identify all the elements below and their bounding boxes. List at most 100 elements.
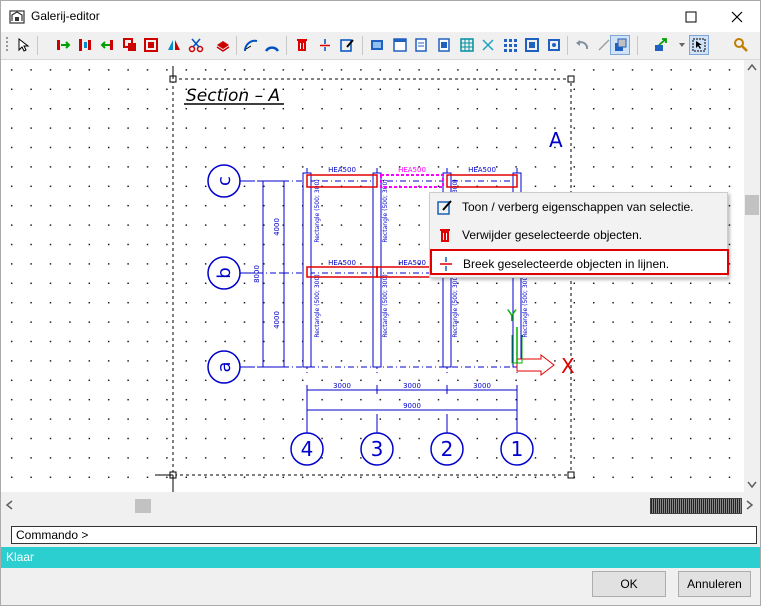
drawing-canvas[interactable]: Section – A A c b a 4000 8000 4000 Recta… [1,60,744,492]
zoom-window-icon [692,38,706,52]
ok-button[interactable]: OK [592,571,666,597]
zoom-window-button[interactable] [689,35,709,55]
vertical-scroll-thumb[interactable] [745,195,759,215]
tool-button-14[interactable] [434,35,454,55]
window-icon [393,38,407,52]
pointer-icon [18,37,30,52]
toolbar-grip[interactable] [3,35,11,55]
export-icon [655,38,667,51]
tool-button-19[interactable] [544,35,564,55]
maximize-icon [685,11,697,22]
tool-button-10[interactable] [262,35,282,55]
column-label: Rectangle (500; 300) [314,179,321,242]
context-item-label: Breek geselecteerde objecten in lijnen. [463,257,670,271]
context-item-label: Toon / verberg eigenschappen van selecti… [462,200,694,214]
tool-button-18[interactable] [522,35,542,55]
tool-button-7[interactable] [186,35,206,55]
tool-button-15[interactable] [457,35,477,55]
frame-icon [144,38,158,52]
properties-toolbar-button[interactable] [337,35,357,55]
tool-button-9[interactable] [241,35,261,55]
column-label: Rectangle (500; 300) [382,179,389,242]
dots-grid-icon [504,39,517,52]
col-axis-label: 3 [371,437,384,461]
cross-icon [482,39,494,51]
column-label: Rectangle (500; 300) [452,274,459,337]
row-axis-label: b [214,267,235,278]
layer-icon [216,41,230,52]
tool-button-11[interactable] [367,35,387,55]
grid-icon [460,38,474,52]
scroll-right-icon[interactable] [746,500,754,510]
close-button[interactable] [714,1,760,32]
col-axis-label: 4 [301,437,314,461]
select-tool-button[interactable] [13,35,33,55]
arc-icon [243,39,258,52]
horizontal-scrollbar[interactable] [1,492,760,520]
beam-label: HEA500 [328,259,356,267]
tool-button-12[interactable] [390,35,410,55]
context-menu: Toon / verberg eigenschappen van selecti… [429,192,729,278]
close-icon [731,11,743,22]
move-right-icon [57,40,71,50]
image-icon [371,40,383,50]
tool-button-5[interactable] [141,35,161,55]
undo-button[interactable] [572,35,592,55]
tool-button-17[interactable] [500,35,520,55]
tool-button-2[interactable] [75,35,95,55]
frame-select-icon [525,38,539,52]
cancel-button[interactable]: Annuleren [678,571,751,597]
tool-button-13[interactable] [411,35,431,55]
scissors-icon [188,38,204,53]
beam-label: HEA500 [468,166,496,174]
undo-icon [576,40,589,50]
mirror-icon [168,40,180,50]
dim-vertical-bottom: 4000 [273,311,281,329]
arc2-icon [264,46,280,52]
layers-button[interactable] [610,35,630,55]
maximize-button[interactable] [668,1,714,32]
col-axis-label: 1 [511,437,524,461]
context-item-delete[interactable]: Verwijder geselecteerde objecten. [431,222,728,248]
trash-icon [440,229,450,242]
tool-button-3[interactable] [97,35,117,55]
horizontal-scroll-thumb[interactable] [135,499,151,513]
dim-horizontal: 3000 [473,382,491,390]
move-left-icon [100,40,113,50]
tool-button-1[interactable] [54,35,74,55]
magnifier-icon [734,38,748,52]
dim-horizontal-total: 9000 [403,402,421,410]
scroll-down-icon[interactable] [747,481,757,489]
dim-horizontal: 3000 [403,382,421,390]
command-input[interactable]: Commando > [11,526,757,544]
axis-x-label: X [561,354,575,378]
status-bar: Klaar [1,547,760,568]
col-axis-label: 2 [441,437,454,461]
row-axis-label: a [214,361,235,372]
tool-button-8[interactable] [213,35,233,55]
break-toolbar-button[interactable] [315,35,335,55]
tool-button-16[interactable] [478,35,498,55]
scroll-up-icon[interactable] [747,63,757,71]
export-button[interactable] [651,35,671,55]
column-label: Rectangle (500; 300) [314,274,321,337]
tool-button-4[interactable] [120,35,140,55]
beam-label: HEA500 [398,166,426,174]
app-icon [9,10,25,24]
progress-indicator [650,498,742,514]
dim-vertical-top: 4000 [273,218,281,236]
delete-toolbar-button[interactable] [292,35,312,55]
title-bar: Galerij-editor [1,1,760,32]
tool-button-6[interactable] [164,35,184,55]
scroll-left-icon[interactable] [5,500,13,510]
context-item-toggle-properties[interactable]: Toon / verberg eigenschappen van selecti… [431,194,728,220]
vertical-scrollbar[interactable] [744,60,760,492]
copy-icon [123,38,136,51]
section-title: Section – A [186,86,280,106]
document-icon [415,38,427,52]
dim-horizontal: 3000 [333,382,351,390]
context-item-label: Verwijder geselecteerde objecten. [462,228,643,242]
context-item-break-lines[interactable]: Breek geselecteerde objecten in lijnen. [430,249,729,275]
zoom-button[interactable] [731,35,751,55]
toolbar [1,32,760,60]
